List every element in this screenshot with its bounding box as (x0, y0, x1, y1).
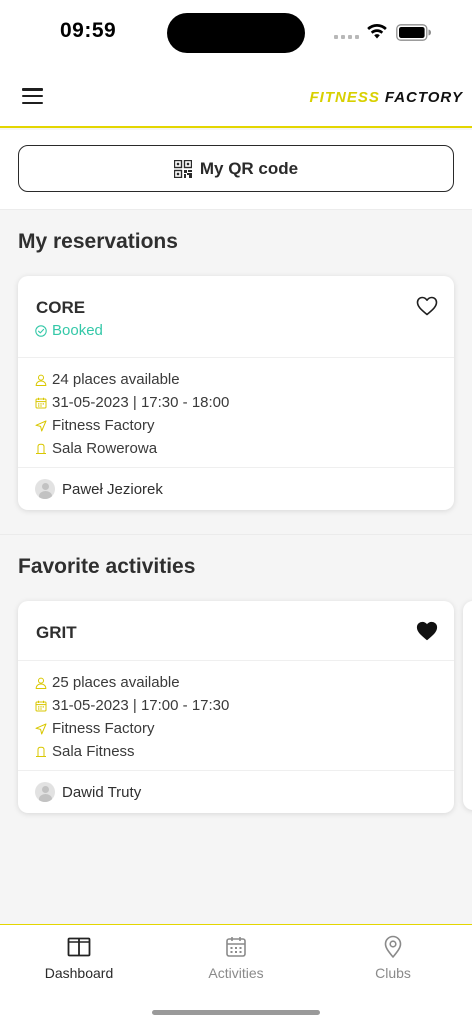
wifi-icon (367, 23, 387, 39)
trainer-avatar (35, 479, 55, 499)
places-available: 25 places available (52, 674, 180, 691)
navigation-arrow-icon (35, 420, 47, 431)
club-row: Fitness Factory (35, 717, 454, 740)
nav-activities-label: Activities (208, 965, 264, 981)
brand-logo-factory: FACTORY (384, 89, 463, 106)
datetime-row: 31-05-2023 | 17:00 - 17:30 (35, 694, 454, 717)
room-row: Sala Rowerowa (35, 437, 454, 460)
brand-logo-fitness: FITNESS (309, 89, 380, 106)
trainer-row: Paweł Jeziorek (18, 468, 454, 510)
room-name: Sala Rowerowa (52, 440, 158, 457)
calendar-small-icon (35, 700, 47, 711)
calendar-icon (226, 937, 246, 957)
trainer-name: Paweł Jeziorek (62, 480, 163, 498)
brand-logo: FITNESS FACTORY (310, 89, 463, 106)
dynamic-island (167, 13, 305, 53)
card-details: 24 places available 31-05-2023 | 17:30 -… (18, 358, 454, 468)
location-pin-icon (384, 935, 402, 958)
activity-datetime: 31-05-2023 | 17:30 - 18:00 (52, 394, 230, 411)
status-bar: 09:59 (0, 0, 472, 64)
my-qr-code-label: My QR code (199, 158, 299, 178)
card-header: CORE Booked (18, 276, 454, 358)
nav-clubs-label: Clubs (375, 965, 411, 981)
club-name: Fitness Factory (52, 720, 155, 737)
card-details: 25 places available 31-05-2023 | 17:00 -… (18, 661, 454, 771)
check-circle-icon (35, 324, 47, 337)
room-name: Sala Fitness (52, 743, 135, 760)
nav-dashboard[interactable]: Dashboard (19, 935, 139, 981)
qr-code-icon (173, 159, 192, 178)
heart-outline-icon[interactable] (416, 296, 438, 316)
navigation-arrow-icon (35, 723, 47, 734)
room-bell-icon (36, 443, 46, 454)
my-qr-code-button[interactable]: My QR code (18, 145, 454, 192)
trainer-avatar (35, 782, 55, 802)
my-reservations-heading: My reservations (18, 230, 178, 253)
battery-icon (396, 24, 431, 41)
status-time: 09:59 (60, 19, 117, 42)
app-header: FITNESS FACTORY (0, 64, 472, 128)
activity-title: CORE (36, 298, 86, 317)
room-row: Sala Fitness (35, 740, 454, 763)
person-icon (35, 374, 47, 386)
club-name: Fitness Factory (52, 417, 155, 434)
favorite-activities-heading: Favorite activities (18, 555, 196, 578)
dashboard-icon (67, 937, 91, 957)
favorite-activity-card[interactable]: GRIT 25 places available 31-05-2023 | 17… (18, 601, 454, 813)
nav-dashboard-label: Dashboard (44, 965, 114, 981)
person-icon (35, 677, 47, 689)
nav-activities[interactable]: Activities (176, 935, 296, 981)
places-available: 24 places available (52, 371, 180, 388)
home-indicator[interactable] (152, 1010, 320, 1015)
places-row: 24 places available (35, 368, 454, 391)
next-favorite-card-peek[interactable] (463, 601, 472, 810)
nav-clubs[interactable]: Clubs (333, 935, 453, 981)
hamburger-menu-icon[interactable] (22, 88, 43, 105)
booked-status: Booked (35, 322, 103, 339)
activity-datetime: 31-05-2023 | 17:00 - 17:30 (52, 697, 230, 714)
qr-section: My QR code (0, 130, 472, 210)
cellular-signal-icon (334, 35, 359, 39)
datetime-row: 31-05-2023 | 17:30 - 18:00 (35, 391, 454, 414)
trainer-row: Dawid Truty (18, 771, 454, 813)
heart-filled-icon[interactable] (416, 621, 438, 641)
booked-status-label: Booked (52, 322, 103, 339)
bottom-navigation: Dashboard Activities Clubs (0, 924, 472, 1024)
room-bell-icon (36, 746, 46, 757)
reservation-card[interactable]: CORE Booked 24 places available 31-05-20… (18, 276, 454, 510)
dashboard-screen: 09:59 FITNESS FACTORY My QR code My rese… (0, 0, 472, 1024)
places-row: 25 places available (35, 671, 454, 694)
card-header: GRIT (18, 601, 454, 661)
calendar-small-icon (35, 397, 47, 408)
club-row: Fitness Factory (35, 414, 454, 437)
trainer-name: Dawid Truty (62, 783, 142, 801)
activity-title: GRIT (36, 623, 77, 642)
